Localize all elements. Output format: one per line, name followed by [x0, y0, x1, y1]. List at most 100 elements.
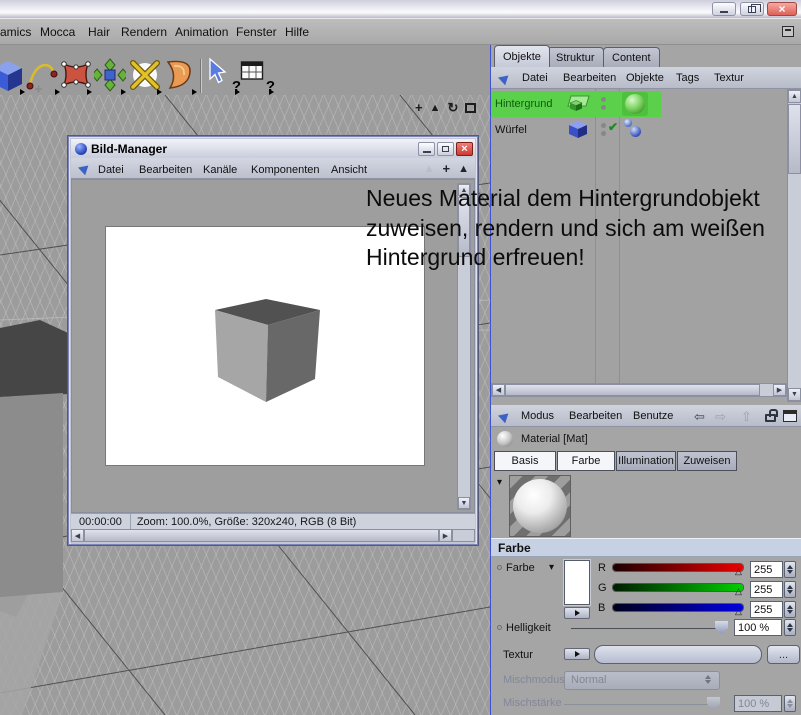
blue-slider[interactable]	[613, 604, 743, 611]
zoom-triangle-icon[interactable]: ▲	[458, 163, 469, 175]
scrollbar-thumb[interactable]	[84, 529, 439, 542]
viewport-move-icon[interactable]: +	[415, 101, 423, 115]
pan-icon[interactable]: +	[443, 161, 451, 176]
window-restore-button[interactable]	[740, 2, 764, 16]
om-menu-textur[interactable]: Textur	[714, 72, 744, 84]
am-menu-modus[interactable]: Modus	[521, 410, 554, 422]
red-spinner[interactable]	[784, 561, 796, 578]
pin-icon[interactable]	[77, 162, 90, 174]
om-menu-tags[interactable]: Tags	[676, 72, 699, 84]
object-name[interactable]: Hintergrund	[495, 98, 552, 110]
material-preview[interactable]	[509, 475, 571, 537]
scroll-down-icon[interactable]: ▼	[788, 388, 801, 401]
particle-tool-button[interactable]	[128, 57, 162, 97]
bild-manager-minimize-button[interactable]	[418, 141, 435, 156]
window-close-button[interactable]: ×	[767, 2, 797, 16]
am-tab-farbe[interactable]: Farbe	[557, 451, 615, 471]
bm-menu-ansicht[interactable]: Ansicht	[331, 164, 367, 176]
blue-value-field[interactable]: 255	[750, 601, 783, 618]
om-menu-objekte[interactable]: Objekte	[626, 72, 664, 84]
visibility-dots-icon[interactable]	[601, 97, 606, 110]
scroll-left-icon[interactable]: ◀	[492, 384, 505, 396]
scroll-right-icon[interactable]: ▶	[773, 384, 786, 396]
am-tab-zuweisen[interactable]: Zuweisen	[677, 451, 737, 471]
mdi-restore-icon[interactable]	[782, 26, 794, 37]
lock-icon[interactable]	[765, 409, 778, 422]
texture-field[interactable]	[594, 645, 762, 664]
scrollbar-thumb[interactable]	[788, 104, 801, 174]
viewport-scale-icon[interactable]: ▲	[430, 101, 441, 115]
menu-mocca[interactable]: Mocca	[40, 25, 75, 39]
menu-dynamics[interactable]: amics	[0, 25, 31, 39]
layout-panel-icon[interactable]	[783, 410, 797, 422]
bm-menu-datei[interactable]: Datei	[98, 164, 124, 176]
am-tab-illumination[interactable]: Illumination	[616, 451, 676, 471]
scene-tool-button[interactable]	[163, 57, 197, 97]
scene-cube-front	[0, 393, 63, 597]
brightness-value-field[interactable]: 100 %	[734, 619, 782, 636]
am-tab-basis[interactable]: Basis	[494, 451, 556, 471]
viewport-maximize-icon[interactable]	[465, 103, 477, 113]
bm-horizontal-scrollbar[interactable]: ◀ ▶	[71, 529, 475, 544]
scroll-up-icon[interactable]: ▲	[788, 90, 801, 103]
tab-objekte[interactable]: Objekte	[494, 45, 550, 67]
menu-hair[interactable]: Hair	[88, 25, 110, 39]
red-value-field[interactable]: 255	[750, 561, 783, 578]
scrollbar-thumb[interactable]	[505, 384, 760, 396]
texture-expand-button[interactable]	[564, 648, 590, 660]
history-back-icon[interactable]: ⇦	[694, 409, 705, 425]
viewport-rotate-icon[interactable]: ↻	[447, 101, 458, 115]
om-menu-datei[interactable]: Datei	[522, 72, 548, 84]
farbe-section-header[interactable]: Farbe	[491, 538, 801, 557]
brightness-slider[interactable]	[571, 628, 724, 629]
menu-rendern[interactable]: Rendern	[121, 25, 167, 39]
window-minimize-button[interactable]	[712, 2, 736, 16]
am-menu-bearbeiten[interactable]: Bearbeiten	[569, 410, 622, 422]
brightness-knob[interactable]	[715, 621, 728, 634]
tab-content[interactable]: Content	[603, 47, 660, 67]
bild-manager-maximize-button[interactable]	[437, 141, 454, 156]
ffd-tool-button[interactable]	[58, 57, 92, 97]
bm-menu-kanaele[interactable]: Kanäle	[203, 164, 237, 176]
help-table-button[interactable]: ?	[240, 57, 275, 97]
green-value-field[interactable]: 255	[750, 581, 783, 598]
scroll-left-icon[interactable]: ◀	[71, 529, 84, 542]
pin-icon[interactable]	[497, 72, 510, 84]
material-tag-cell[interactable]	[622, 92, 648, 116]
am-menu-benutze[interactable]: Benutze	[633, 410, 673, 422]
blue-spinner[interactable]	[784, 601, 796, 618]
bild-manager-titlebar[interactable]: Bild-Manager ×	[71, 139, 475, 158]
green-slider[interactable]	[613, 584, 743, 591]
menu-fenster[interactable]: Fenster	[236, 25, 277, 39]
cube-object-icon[interactable]	[567, 119, 589, 140]
red-slider[interactable]	[613, 564, 743, 571]
menu-hilfe[interactable]: Hilfe	[285, 25, 309, 39]
background-object-icon[interactable]	[565, 93, 591, 115]
bild-manager-close-button[interactable]: ×	[456, 141, 473, 156]
slider-marker-icon[interactable]: △	[735, 587, 742, 596]
cube-tool-button[interactable]	[0, 57, 25, 97]
scroll-down-icon[interactable]: ▼	[458, 497, 470, 509]
om-menu-bearbeiten[interactable]: Bearbeiten	[563, 72, 616, 84]
menu-animation[interactable]: Animation	[175, 25, 228, 39]
visibility-dots-icon[interactable]	[601, 123, 606, 136]
help-cursor-button[interactable]: ?	[206, 57, 241, 97]
pin-icon[interactable]	[497, 410, 510, 422]
enabled-check-icon[interactable]: ✔	[608, 120, 618, 134]
spline-tool-button[interactable]	[26, 57, 60, 97]
resize-corner[interactable]	[452, 529, 475, 542]
texture-browse-button[interactable]: ...	[767, 645, 800, 664]
object-name[interactable]: Würfel	[495, 124, 527, 136]
array-tool-button[interactable]	[91, 57, 129, 97]
bm-menu-komponenten[interactable]: Komponenten	[251, 164, 320, 176]
tab-struktur[interactable]: Struktur	[547, 47, 604, 67]
om-horizontal-scrollbar[interactable]: ◀ ▶	[491, 383, 787, 397]
brightness-spinner[interactable]	[784, 619, 796, 636]
scroll-right-icon[interactable]: ▶	[439, 529, 452, 542]
green-spinner[interactable]	[784, 581, 796, 598]
slider-marker-icon[interactable]: △	[735, 567, 742, 576]
slider-marker-icon[interactable]: △	[735, 607, 742, 616]
mix-mode-dropdown[interactable]: Normal	[564, 671, 720, 690]
collapse-triangle-icon[interactable]: ▾	[497, 477, 502, 488]
bm-menu-bearbeiten[interactable]: Bearbeiten	[139, 164, 192, 176]
